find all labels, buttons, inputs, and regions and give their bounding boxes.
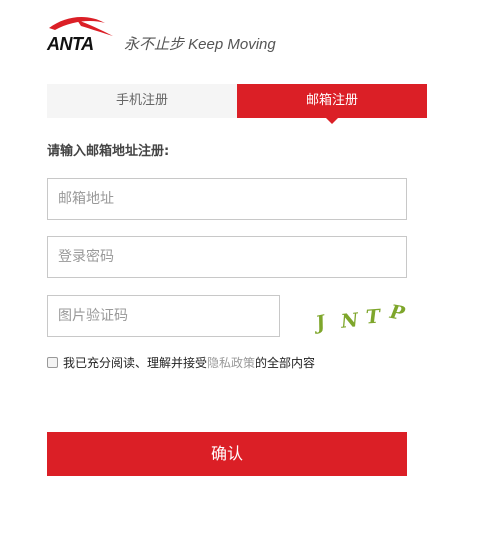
captcha-char: T: [365, 305, 381, 329]
tab-email-label: 邮箱注册: [305, 93, 358, 108]
register-tabs: 手机注册 邮箱注册: [47, 84, 427, 124]
agree-text-suffix: 的全部内容: [255, 356, 316, 370]
logo-text: ANTA: [47, 34, 94, 54]
active-tab-caret-icon: [326, 118, 338, 124]
form-title: 请输入邮箱地址注册:: [47, 144, 170, 159]
privacy-policy-link[interactable]: 隐私政策: [207, 354, 255, 371]
confirm-button[interactable]: 确认: [47, 432, 407, 476]
brand-slogan: 永不止步 Keep Moving: [124, 36, 276, 53]
captcha-char: N: [339, 309, 360, 333]
tab-phone-register[interactable]: 手机注册: [47, 84, 237, 118]
captcha-image[interactable]: J N T P: [312, 300, 408, 336]
agree-text-prefix: 我已充分阅读、理解并接受: [63, 356, 208, 370]
agree-checkbox[interactable]: [47, 357, 58, 368]
captcha-char: P: [388, 300, 407, 326]
captcha-input[interactable]: [47, 295, 280, 337]
email-input[interactable]: [47, 178, 407, 220]
agreement-row: 我已充分阅读、理解并接受 隐私政策 的全部内容: [47, 354, 315, 371]
anta-logo: ANTA: [47, 14, 117, 54]
password-input[interactable]: [47, 236, 407, 278]
tab-email-register[interactable]: 邮箱注册: [237, 84, 427, 124]
captcha-char: J: [313, 311, 328, 335]
